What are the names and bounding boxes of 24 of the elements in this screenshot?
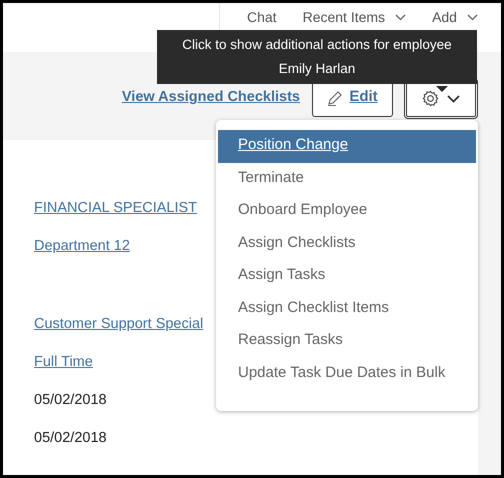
field-value: 05/02/2018 bbox=[34, 430, 107, 446]
menu-item[interactable]: Reassign Tasks bbox=[218, 325, 476, 358]
menu-item[interactable]: Terminate bbox=[218, 162, 476, 195]
menu-item[interactable]: Position Change bbox=[218, 130, 476, 162]
pencil-icon bbox=[327, 90, 344, 106]
menu-item[interactable]: Update Task Due Dates in Bulk bbox=[218, 358, 476, 390]
nav-link[interactable]: Chat bbox=[247, 9, 277, 25]
menu-item[interactable]: Assign Checklist Items bbox=[218, 292, 476, 325]
field-link[interactable]: Customer Support Special bbox=[34, 316, 204, 332]
settings-icon bbox=[422, 90, 439, 107]
nav-link[interactable]: Recent Items bbox=[302, 9, 386, 25]
nav-link[interactable]: Add bbox=[432, 9, 457, 25]
menu-item[interactable]: Assign Tasks bbox=[218, 260, 476, 292]
caret-icon bbox=[466, 14, 478, 20]
tooltip: Click to show additional actions for employee Emily Harlan bbox=[157, 30, 477, 84]
field-link[interactable]: Full Time bbox=[34, 354, 93, 370]
field-value: 05/02/2018 bbox=[34, 392, 107, 408]
caret-icon bbox=[395, 14, 406, 20]
caret-icon bbox=[447, 94, 460, 102]
field-link[interactable]: FINANCIAL SPECIALIST bbox=[34, 200, 198, 216]
menu-item[interactable]: Onboard Employee bbox=[218, 195, 476, 228]
field-link[interactable]: Department 12 bbox=[34, 238, 130, 254]
menu-item[interactable]: Assign Checklists bbox=[218, 228, 476, 260]
checklists-link[interactable]: View Assigned Checklists bbox=[122, 87, 300, 109]
